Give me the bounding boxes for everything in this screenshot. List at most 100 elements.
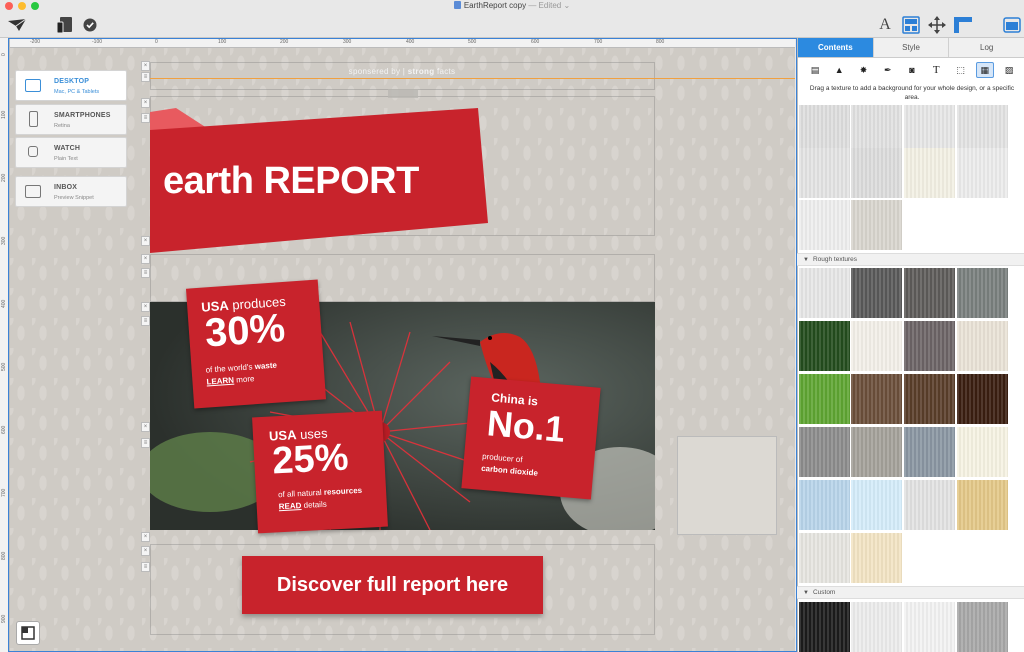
block-close-handle[interactable]: × — [141, 98, 150, 108]
texture-swatch[interactable] — [904, 374, 955, 424]
device-name: SMARTPHONES — [54, 112, 111, 119]
texture-swatch[interactable] — [851, 602, 902, 652]
font-icon[interactable]: A — [876, 15, 894, 35]
texture-swatch[interactable] — [799, 533, 850, 583]
section-custom[interactable]: ▼ Custom — [797, 586, 1024, 599]
block-close-handle[interactable]: × — [141, 546, 150, 556]
tab-style[interactable]: Style — [874, 38, 950, 57]
image-tool-icon[interactable]: ▨ — [1000, 62, 1018, 78]
card2-link-rest[interactable]: details — [303, 500, 327, 510]
stat-card-resources[interactable]: USA uses 25% of all natural resources RE… — [252, 410, 388, 534]
texture-swatch[interactable] — [851, 321, 902, 371]
ruler-icon[interactable] — [952, 15, 974, 35]
texture-swatch[interactable] — [904, 268, 955, 318]
block-close-handle[interactable]: × — [141, 532, 150, 542]
stat-card-waste[interactable]: USA produces 30% of the world's waste LE… — [185, 279, 327, 409]
texture-swatch[interactable] — [904, 148, 955, 198]
texture-swatch[interactable] — [851, 533, 902, 583]
card2-link-label[interactable]: READ — [279, 501, 302, 511]
texture-swatch[interactable] — [957, 427, 1008, 477]
tab-log[interactable]: Log — [949, 38, 1024, 57]
texture-swatch[interactable] — [799, 268, 850, 318]
block-drag-handle[interactable]: ≡ — [141, 438, 150, 448]
texture-swatch[interactable] — [957, 148, 1008, 198]
block-drag-handle[interactable]: ≡ — [141, 316, 150, 326]
block-close-handle[interactable]: × — [141, 254, 150, 264]
texture-swatch[interactable] — [957, 602, 1008, 652]
texture-swatch[interactable] — [799, 480, 850, 530]
texture-swatch[interactable] — [799, 200, 850, 250]
ruler-tick-label: -100 — [92, 39, 103, 45]
texture-tool-icon[interactable]: ▦ — [975, 62, 994, 78]
triangle-tool-icon[interactable]: ▲ — [830, 62, 848, 78]
check-icon[interactable] — [82, 15, 98, 35]
canvas-corner-button[interactable] — [16, 621, 40, 645]
section-rough-textures-label: Rough textures — [812, 256, 858, 263]
texture-swatch[interactable] — [957, 374, 1008, 424]
texture-swatch[interactable] — [851, 200, 902, 250]
texture-swatch[interactable] — [799, 602, 850, 652]
move-icon[interactable] — [927, 15, 947, 35]
tab-contents[interactable]: Contents — [798, 38, 874, 57]
ruler-tick-label: 500 — [1, 362, 7, 371]
texture-swatch[interactable] — [799, 148, 850, 198]
card1-link-label[interactable]: LEARN — [206, 376, 234, 387]
disclosure-triangle-icon[interactable]: ▼ — [803, 588, 809, 599]
texture-swatch[interactable] — [851, 374, 902, 424]
selection-tool-icon[interactable]: ⬚ — [952, 62, 970, 78]
texture-swatch[interactable] — [799, 321, 850, 371]
texture-swatch[interactable] — [957, 321, 1008, 371]
device-inbox[interactable]: INBOX Preview Snippet — [15, 176, 127, 207]
block-drag-handle[interactable]: ≡ — [141, 72, 150, 82]
disclosure-triangle-icon[interactable]: ▼ — [803, 255, 809, 266]
device-smartphones[interactable]: SMARTPHONES Retina — [15, 104, 127, 135]
report-title[interactable]: earth REPORT — [163, 160, 419, 203]
pen-tool-icon[interactable]: ✒ — [879, 62, 897, 78]
card2-link[interactable]: READ details — [279, 500, 327, 512]
card2-caption-bold: resources — [323, 485, 363, 497]
block-close-handle[interactable]: × — [141, 61, 150, 71]
texture-swatch[interactable] — [904, 602, 955, 652]
texture-swatch[interactable] — [904, 427, 955, 477]
texture-swatch[interactable] — [799, 427, 850, 477]
layout-icon[interactable] — [901, 15, 921, 35]
texture-swatch[interactable] — [799, 374, 850, 424]
discover-report-button[interactable]: Discover full report here — [242, 556, 543, 614]
text-tool-icon[interactable]: T — [927, 62, 945, 78]
block-drag-handle[interactable]: ≡ — [141, 113, 150, 123]
video-tool-icon[interactable]: ◙ — [903, 62, 921, 78]
inbox-icon — [25, 185, 41, 198]
ruler-tick-label: 700 — [1, 488, 7, 497]
device-desktop[interactable]: DESKTOP Mac, PC & Tablets — [15, 70, 127, 101]
block-close-handle[interactable]: × — [141, 422, 150, 432]
texture-swatch[interactable] — [851, 148, 902, 198]
texture-swatch[interactable] — [904, 321, 955, 371]
card1-caption: of the world's waste — [205, 361, 277, 375]
texture-swatch[interactable] — [957, 480, 1008, 530]
device-watch[interactable]: WATCH Plain Text — [15, 137, 127, 168]
devices-icon[interactable] — [55, 15, 75, 35]
block-close-handle[interactable]: × — [141, 236, 150, 246]
texture-swatch[interactable] — [957, 268, 1008, 318]
card1-link-rest[interactable]: more — [236, 374, 255, 384]
card1-link[interactable]: LEARN more — [206, 374, 255, 386]
send-plane-icon[interactable] — [6, 15, 28, 35]
texture-swatch[interactable] — [851, 480, 902, 530]
texture-drop-preview[interactable] — [677, 436, 777, 535]
texture-swatch[interactable] — [851, 427, 902, 477]
device-subtitle: Retina — [54, 123, 70, 129]
sidebar-toggle-icon[interactable] — [1002, 15, 1022, 35]
ruler-tick-label: 700 — [594, 39, 603, 45]
card3-caption-bold: carbon dioxide — [480, 463, 539, 478]
block-drag-handle[interactable]: ≡ — [141, 562, 150, 572]
card1-caption-text: of the world's — [205, 362, 253, 375]
texture-swatch[interactable] — [904, 480, 955, 530]
badge-tool-icon[interactable]: ✸ — [855, 62, 873, 78]
edited-status[interactable]: — Edited ⌄ — [528, 1, 570, 10]
texture-swatch[interactable] — [851, 268, 902, 318]
block-drag-handle[interactable]: ≡ — [141, 268, 150, 278]
block-tool-icon[interactable]: ▤ — [806, 62, 824, 78]
section-rough-textures[interactable]: ▼ Rough textures — [797, 253, 1024, 266]
stat-card-china[interactable]: China is No.1 producer of carbon dioxide — [461, 376, 601, 500]
block-close-handle[interactable]: × — [141, 302, 150, 312]
